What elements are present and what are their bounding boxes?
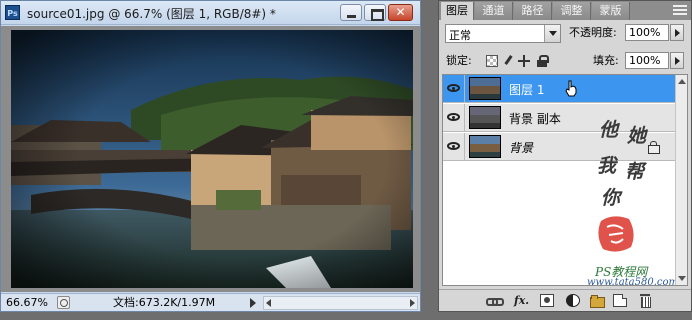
document-titlebar[interactable]: Ps source01.jpg @ 66.7% (图层 1, RGB/8#) *…: [1, 1, 420, 25]
layer-style-fx-icon[interactable]: fx.: [514, 294, 529, 307]
opacity-label: 不透明度:: [569, 26, 617, 39]
watermark-char: 我: [597, 155, 617, 177]
document-size-info: 文档:673.2K/1.97M: [113, 296, 216, 309]
link-layers-icon[interactable]: [486, 294, 504, 307]
document-title: source01.jpg @ 66.7% (图层 1, RGB/8#) *: [27, 7, 276, 21]
status-bar: 66.67% 文档:673.2K/1.97M: [1, 293, 420, 311]
tab-paths[interactable]: 路径: [514, 2, 552, 20]
tab-masks[interactable]: 蒙版: [592, 2, 630, 20]
layers-scrollbar[interactable]: [675, 75, 687, 285]
add-mask-icon[interactable]: [540, 294, 554, 307]
lock-position-icon[interactable]: [518, 55, 530, 67]
watermark-char: 帮: [625, 161, 645, 183]
watermark-char: 她: [627, 125, 647, 147]
panel-menu-icon[interactable]: [673, 4, 687, 16]
panel-tabs: 图层 通道 路径 调整 蒙版: [439, 1, 691, 20]
lock-all-icon[interactable]: [536, 55, 549, 67]
opacity-slider-arrow-icon[interactable]: [670, 24, 684, 41]
photoshop-logo-icon: Ps: [5, 5, 20, 20]
layers-list: 图层 1 背景 副本 背景 他 她 我 帮 你 PS教程网 www.tata58…: [442, 74, 688, 286]
scroll-up-icon[interactable]: [678, 79, 686, 84]
lock-image-pixels-icon[interactable]: [502, 55, 514, 67]
scroll-right-icon[interactable]: [410, 299, 415, 307]
layer-row-layer1[interactable]: 图层 1: [443, 75, 675, 103]
visibility-toggle[interactable]: [443, 104, 465, 131]
layer-thumbnail: [469, 135, 501, 158]
close-button[interactable]: ✕: [388, 4, 413, 21]
document-window: Ps source01.jpg @ 66.7% (图层 1, RGB/8#) *…: [0, 0, 421, 312]
canvas-area[interactable]: [1, 26, 420, 292]
close-icon: ✕: [395, 5, 406, 19]
scroll-down-icon[interactable]: [678, 276, 686, 281]
eye-icon: [447, 84, 460, 92]
visibility-toggle[interactable]: [443, 75, 465, 102]
fill-label: 填充:: [593, 54, 619, 67]
watermark-url: www.tata580.com: [587, 277, 679, 286]
watermark-char: 他: [599, 119, 619, 141]
lock-label: 锁定:: [446, 54, 472, 67]
horizontal-scrollbar[interactable]: [263, 296, 418, 310]
tab-channels[interactable]: 通道: [475, 2, 513, 20]
eye-icon: [447, 142, 460, 150]
blend-mode-select[interactable]: 正常: [445, 24, 561, 43]
layer-name[interactable]: 背景 副本: [509, 110, 561, 127]
layers-panel: 图层 通道 路径 调整 蒙版 正常 不透明度: 100% 锁定: 填充: 100…: [438, 0, 692, 312]
watermark-char: 你: [601, 187, 621, 209]
tab-adjustments[interactable]: 调整: [553, 2, 591, 20]
canvas-image[interactable]: [11, 30, 413, 288]
lock-transparent-pixels-icon[interactable]: [486, 55, 498, 67]
new-layer-icon[interactable]: [613, 294, 627, 307]
scroll-left-icon[interactable]: [266, 299, 271, 307]
visibility-toggle[interactable]: [443, 133, 465, 160]
maximize-button[interactable]: [364, 4, 386, 21]
fill-slider-arrow-icon[interactable]: [670, 52, 684, 69]
red-seal-icon: [598, 216, 634, 252]
zoom-icon[interactable]: [57, 296, 70, 309]
hand-cursor-icon: [565, 80, 577, 97]
status-menu-arrow-icon[interactable]: [250, 298, 256, 308]
new-group-folder-icon[interactable]: [590, 294, 605, 308]
tab-layers[interactable]: 图层: [441, 2, 474, 20]
adjustment-layer-icon[interactable]: [566, 294, 580, 307]
chevron-down-icon[interactable]: [544, 25, 560, 42]
layer-thumbnail: [469, 77, 501, 100]
panel-bottom-toolbar: fx.: [439, 289, 691, 311]
layer-name[interactable]: 图层 1: [509, 81, 544, 98]
watermark: 他 她 我 帮 你 PS教程网 www.tata580.com: [587, 113, 683, 285]
layer-name[interactable]: 背景: [509, 139, 533, 156]
layer-thumbnail: [469, 106, 501, 129]
opacity-field[interactable]: 100%: [625, 24, 669, 41]
delete-layer-trash-icon[interactable]: [639, 294, 653, 308]
zoom-field[interactable]: 66.67%: [6, 296, 52, 310]
blend-mode-value: 正常: [449, 29, 471, 42]
eye-icon: [447, 113, 460, 121]
fill-field[interactable]: 100%: [625, 52, 669, 69]
minimize-button[interactable]: [340, 4, 362, 21]
